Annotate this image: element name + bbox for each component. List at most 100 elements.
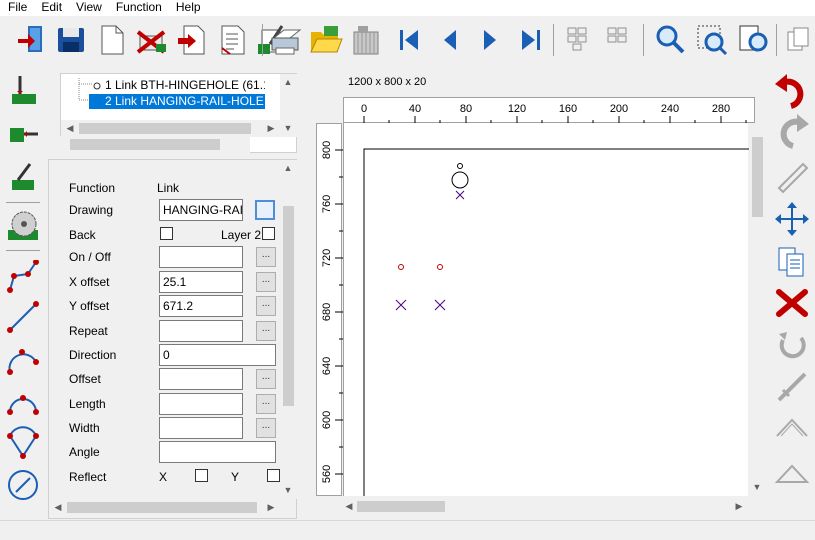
status-bar (0, 520, 815, 540)
scroll-thumb[interactable] (357, 501, 445, 512)
rail-hole-marker[interactable] (434, 264, 446, 311)
undo-icon[interactable] (773, 72, 811, 110)
tree-item-2[interactable]: 2 Link HANGING-RAIL-HOLE (25.1,6 (89, 94, 265, 109)
width-field[interactable] (159, 417, 243, 439)
pencil-icon[interactable] (773, 156, 811, 194)
props-hscroll[interactable]: ◀ ▶ (49, 499, 280, 516)
scroll-left-icon[interactable]: ◀ (343, 500, 355, 512)
exit-icon[interactable] (14, 22, 50, 58)
ruler-top-label: 200 (610, 103, 628, 115)
scroll-left-icon[interactable]: ◀ (52, 501, 64, 513)
scroll-right-icon[interactable]: ▶ (265, 501, 277, 513)
xoffset-browse-button[interactable]: ... (256, 272, 276, 292)
triangle-arc-icon[interactable] (6, 426, 40, 460)
sheet-icon[interactable] (214, 22, 250, 58)
open-folder-icon[interactable] (308, 22, 344, 58)
save-icon[interactable] (54, 22, 90, 58)
rail-hole-marker[interactable] (395, 264, 407, 311)
export-icon[interactable] (174, 22, 210, 58)
canvas-panel: 1200 x 800 x 20 0 40 80 120 160 200 240 … (303, 64, 768, 520)
direction-field[interactable]: 0 (159, 344, 276, 366)
roof-alt-icon[interactable] (773, 456, 811, 494)
length-browse-button[interactable]: ... (256, 394, 276, 414)
menu-file[interactable]: File (0, 0, 33, 16)
zoom-page-icon[interactable] (736, 22, 772, 58)
scroll-thumb[interactable] (67, 502, 257, 513)
menu-edit[interactable]: Edit (33, 0, 68, 16)
canvas-vscroll[interactable]: ▼ (749, 123, 766, 496)
xoffset-field[interactable]: 25.1 (159, 271, 243, 293)
delete-icon[interactable] (134, 22, 170, 58)
drill-horizontal-icon[interactable] (6, 116, 40, 150)
menu-function[interactable]: Function (108, 0, 168, 16)
offset-browse-button[interactable]: ... (256, 369, 276, 389)
roof-icon[interactable] (773, 410, 811, 448)
line-icon[interactable] (6, 300, 40, 334)
angle-field[interactable] (159, 441, 276, 463)
scroll-thumb[interactable] (752, 137, 763, 217)
back-checkbox[interactable] (160, 227, 173, 240)
drawing-field[interactable]: HANGING-RAIL (159, 199, 243, 221)
length-field[interactable] (159, 393, 243, 415)
drawing-canvas[interactable] (343, 123, 749, 496)
print-icon[interactable] (268, 22, 304, 58)
scroll-down-icon[interactable]: ▼ (751, 481, 763, 493)
circle-icon[interactable] (6, 468, 40, 502)
scroll-thumb[interactable] (283, 206, 294, 406)
scroll-down-icon[interactable]: ▼ (282, 484, 294, 496)
grid-icon[interactable] (562, 22, 598, 58)
canvas-hscroll[interactable]: ◀ ▶ (343, 498, 748, 515)
reflect-y-checkbox[interactable] (267, 469, 280, 482)
offset-field[interactable] (159, 368, 243, 390)
scroll-down-icon[interactable]: ▼ (282, 122, 294, 134)
layer2-checkbox[interactable] (262, 227, 275, 240)
drawing-browse-button[interactable] (255, 200, 275, 220)
rotate-icon[interactable] (773, 326, 811, 364)
scroll-right-icon[interactable]: ▶ (733, 500, 745, 512)
tree-bottom-scroll[interactable] (60, 136, 250, 153)
scroll-thumb[interactable] (70, 139, 220, 150)
repeat-browse-button[interactable]: ... (256, 321, 276, 341)
first-icon[interactable] (392, 22, 428, 58)
redo-icon[interactable] (773, 112, 811, 150)
copy-icon[interactable] (782, 22, 815, 58)
zoom-area-icon[interactable] (694, 22, 730, 58)
last-icon[interactable] (512, 22, 548, 58)
delete-x-icon[interactable] (773, 284, 811, 322)
knife-icon[interactable] (773, 368, 811, 406)
scroll-up-icon[interactable]: ▲ (282, 162, 294, 174)
drill-vertical-icon[interactable] (6, 74, 40, 108)
yoffset-field[interactable]: 671.2 (159, 295, 243, 317)
menu-view[interactable]: View (68, 0, 108, 16)
scroll-right-icon[interactable]: ▶ (265, 122, 277, 134)
tree-vscroll[interactable]: ▲ ▼ (280, 74, 297, 137)
copy-pages-icon[interactable] (773, 242, 811, 280)
onoff-field[interactable] (159, 246, 243, 268)
arc-icon[interactable] (6, 342, 40, 376)
onoff-browse-button[interactable]: ... (256, 247, 276, 267)
scroll-left-icon[interactable]: ◀ (64, 122, 76, 134)
repeat-field[interactable] (159, 320, 243, 342)
menu-help[interactable]: Help (168, 0, 207, 16)
move-icon[interactable] (773, 200, 811, 238)
previous-icon[interactable] (432, 22, 468, 58)
hinge-hole-marker[interactable] (451, 163, 469, 200)
drill-angle-icon[interactable] (6, 160, 40, 194)
arc-alt-icon[interactable] (6, 384, 40, 418)
machine-icon[interactable] (348, 22, 384, 58)
scroll-up-icon[interactable]: ▲ (282, 76, 294, 88)
width-browse-button[interactable]: ... (256, 418, 276, 438)
reflect-x-checkbox[interactable] (195, 469, 208, 482)
tree-item-1[interactable]: 1 Link BTH-HINGEHOLE (61.1,759.6 (89, 78, 265, 93)
polyline-icon[interactable] (6, 259, 40, 294)
saw-icon[interactable] (6, 208, 40, 242)
new-page-icon[interactable] (94, 22, 130, 58)
zoom-icon[interactable] (652, 22, 688, 58)
next-icon[interactable] (472, 22, 508, 58)
yoffset-browse-button[interactable]: ... (256, 296, 276, 316)
angle-label: Angle (69, 445, 100, 459)
props-vscroll[interactable]: ▲ ▼ (280, 160, 297, 499)
scroll-thumb[interactable] (79, 123, 251, 134)
grid-alt-icon[interactable] (602, 22, 638, 58)
tree-hscroll[interactable]: ◀ ▶ (61, 120, 280, 137)
